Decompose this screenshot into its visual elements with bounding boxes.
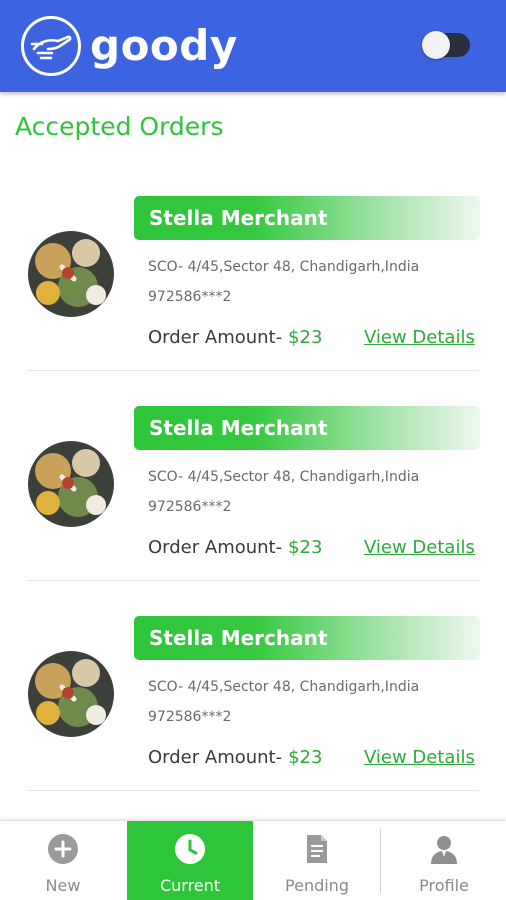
order-phone: 972586***2 bbox=[148, 499, 232, 515]
order-amount: Order Amount- $23 bbox=[148, 744, 322, 772]
order-address: SCO- 4/45,Sector 48, Chandigarh,India bbox=[148, 679, 420, 695]
view-details-link[interactable]: View Details bbox=[364, 534, 475, 562]
nav-label: Current bbox=[159, 876, 221, 895]
food-photo-avatar bbox=[28, 441, 114, 527]
order-divider bbox=[27, 370, 479, 371]
user-profile-icon bbox=[428, 833, 460, 865]
merchant-name: Stella Merchant bbox=[149, 206, 328, 230]
food-photo-avatar bbox=[28, 231, 114, 317]
order-address: SCO- 4/45,Sector 48, Chandigarh,India bbox=[148, 469, 420, 485]
nav-item-profile[interactable]: Profile bbox=[381, 821, 506, 900]
toggle-knob[interactable] bbox=[422, 31, 450, 59]
merchant-header: Stella Merchant bbox=[134, 616, 480, 660]
plus-circle-icon bbox=[47, 833, 79, 865]
order-phone: 972586***2 bbox=[148, 289, 232, 305]
clock-icon bbox=[174, 833, 206, 865]
nav-item-new[interactable]: New bbox=[0, 821, 126, 900]
nav-label: Profile bbox=[419, 876, 469, 895]
merchant-name: Stella Merchant bbox=[149, 416, 328, 440]
merchant-header: Stella Merchant bbox=[134, 406, 480, 450]
hand-logo-icon bbox=[21, 16, 81, 76]
app-header: goody bbox=[0, 0, 506, 92]
nav-label: New bbox=[45, 876, 81, 895]
order-amount-label: Order Amount- bbox=[148, 747, 283, 768]
merchant-header: Stella Merchant bbox=[134, 196, 480, 240]
order-card: Stella Merchant SCO- 4/45,Sector 48, Cha… bbox=[0, 616, 506, 826]
order-card: Stella Merchant SCO- 4/45,Sector 48, Cha… bbox=[0, 406, 506, 616]
nav-label: Pending bbox=[285, 876, 349, 895]
order-amount: Order Amount- $23 bbox=[148, 534, 322, 562]
view-details-link[interactable]: View Details bbox=[364, 744, 475, 772]
order-amount-value: $23 bbox=[288, 327, 323, 348]
order-address: SCO- 4/45,Sector 48, Chandigarh,India bbox=[148, 259, 420, 275]
order-amount-value: $23 bbox=[288, 537, 323, 558]
page-title: Accepted Orders bbox=[15, 112, 224, 141]
bottom-navigation: New Current Pending Profile bbox=[0, 820, 506, 900]
order-amount: Order Amount- $23 bbox=[148, 324, 322, 352]
document-list-icon bbox=[301, 833, 333, 865]
food-photo-avatar bbox=[28, 651, 114, 737]
order-phone: 972586***2 bbox=[148, 709, 232, 725]
merchant-name: Stella Merchant bbox=[149, 626, 328, 650]
nav-item-pending[interactable]: Pending bbox=[254, 821, 380, 900]
order-amount-label: Order Amount- bbox=[148, 537, 283, 558]
view-details-link[interactable]: View Details bbox=[364, 324, 475, 352]
order-divider bbox=[27, 790, 479, 791]
toggle-switch-icon[interactable] bbox=[422, 31, 470, 59]
nav-item-current[interactable]: Current bbox=[127, 821, 253, 900]
order-amount-value: $23 bbox=[288, 747, 323, 768]
order-amount-label: Order Amount- bbox=[148, 327, 283, 348]
order-divider bbox=[27, 580, 479, 581]
app-name: goody bbox=[90, 21, 238, 70]
order-card: Stella Merchant SCO- 4/45,Sector 48, Cha… bbox=[0, 196, 506, 406]
